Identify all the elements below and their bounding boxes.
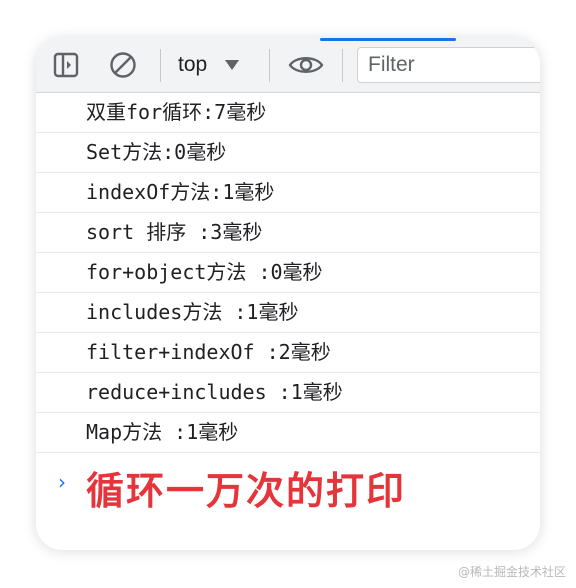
log-row: 双重for循环:7毫秒 xyxy=(36,93,540,133)
log-row: for+object方法 :0毫秒 xyxy=(36,253,540,293)
context-label: top xyxy=(178,53,208,76)
clear-console-icon[interactable] xyxy=(108,50,138,80)
log-row: sort 排序 :3毫秒 xyxy=(36,213,540,253)
log-message: indexOf方法:1毫秒 xyxy=(86,180,275,204)
watermark: @稀土掘金技术社区 xyxy=(457,565,566,579)
context-selector[interactable]: top xyxy=(168,47,256,83)
eye-icon[interactable] xyxy=(287,50,325,80)
active-tab-indicator xyxy=(320,38,456,41)
toolbar-divider xyxy=(269,49,270,82)
prompt-chevron-icon: › xyxy=(58,470,66,494)
log-message: 双重for循环:7毫秒 xyxy=(86,100,267,124)
log-message: reduce+includes :1毫秒 xyxy=(86,380,343,404)
console-prompt[interactable]: › 循环一万次的打印 xyxy=(36,458,540,518)
log-message: Map方法 :1毫秒 xyxy=(86,420,239,444)
log-row: reduce+includes :1毫秒 xyxy=(36,373,540,413)
toolbar-divider xyxy=(342,49,343,82)
caret-down-icon xyxy=(225,60,240,70)
toggle-sidebar-icon[interactable] xyxy=(51,50,81,80)
log-message: sort 排序 :3毫秒 xyxy=(86,220,263,244)
toolbar-divider xyxy=(160,49,161,82)
log-message: for+object方法 :0毫秒 xyxy=(86,260,323,284)
filter-input[interactable] xyxy=(357,47,540,83)
log-row: indexOf方法:1毫秒 xyxy=(36,173,540,213)
log-row: filter+indexOf :2毫秒 xyxy=(36,333,540,373)
log-row: Set方法:0毫秒 xyxy=(36,133,540,173)
log-message: Set方法:0毫秒 xyxy=(86,140,227,164)
log-message: filter+indexOf :2毫秒 xyxy=(86,340,331,364)
log-row: Map方法 :1毫秒 xyxy=(36,413,540,453)
prompt-annotation: 循环一万次的打印 xyxy=(86,469,407,513)
console-toolbar: top xyxy=(36,38,540,93)
devtools-console-panel: top 双重for循环:7毫秒 Set方法:0毫秒 indexOf方法:1毫秒 … xyxy=(36,38,540,550)
log-row: includes方法 :1毫秒 xyxy=(36,293,540,333)
log-message: includes方法 :1毫秒 xyxy=(86,300,299,324)
